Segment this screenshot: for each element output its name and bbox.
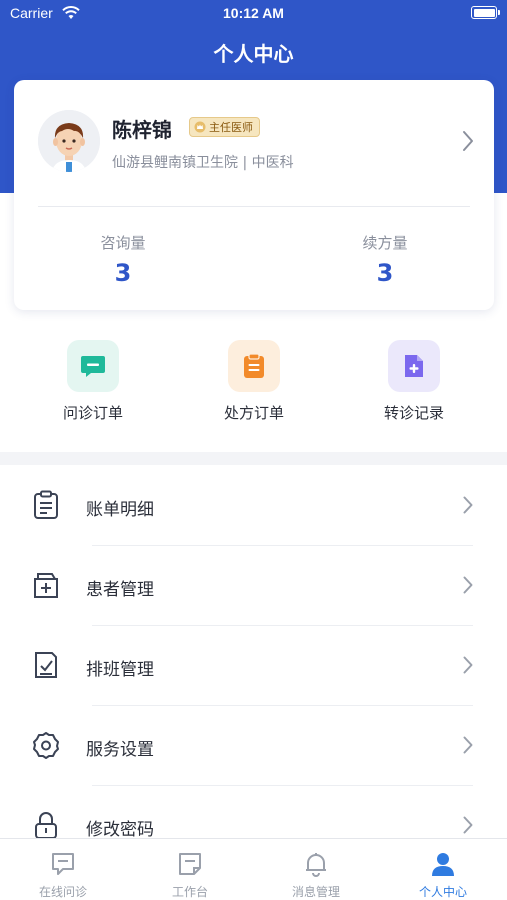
menu-item-schedule-management[interactable]: 排班管理 — [0, 626, 507, 706]
quick-consult-orders[interactable]: 问诊订单 — [23, 340, 163, 423]
renewal-count-stat[interactable]: 续方量 3 — [285, 232, 485, 287]
quick-action-label: 处方订单 — [223, 404, 284, 422]
menu-label: 患者管理 — [86, 580, 154, 600]
tab-bar: 在线问诊 工作台 消息管理 个人中心 — [0, 838, 507, 900]
section-separator — [0, 452, 507, 465]
quick-action-label: 问诊订单 — [62, 404, 123, 422]
person-icon — [430, 851, 456, 877]
patient-folder-icon — [32, 570, 60, 600]
stat-label: 续方量 — [362, 234, 408, 252]
quick-prescription-orders[interactable]: 处方订单 — [184, 340, 324, 423]
status-bar: Carrier 10:12 AM — [0, 0, 507, 28]
stat-label: 咨询量 — [100, 234, 146, 252]
tab-label: 个人中心 — [418, 885, 467, 899]
bell-icon — [303, 851, 329, 877]
doctor-name: 陈梓锦 — [112, 118, 172, 142]
lock-icon — [32, 810, 60, 840]
chevron-right-icon — [463, 656, 473, 678]
menu-label: 修改密码 — [86, 820, 154, 840]
tab-label: 工作台 — [171, 885, 208, 899]
file-add-icon — [388, 340, 440, 392]
chevron-right-icon[interactable] — [462, 130, 474, 156]
crown-icon — [194, 118, 206, 137]
chat-icon — [67, 340, 119, 392]
bill-icon — [32, 490, 60, 520]
chevron-right-icon — [463, 736, 473, 758]
menu-label: 排班管理 — [86, 660, 154, 680]
workbench-icon — [177, 851, 203, 877]
doctor-title-badge: 主任医师 — [189, 117, 260, 137]
card-divider — [38, 206, 470, 207]
clock-time: 10:12 AM — [223, 5, 284, 21]
tab-messages[interactable]: 消息管理 — [253, 839, 379, 900]
stat-value: 3 — [376, 259, 394, 287]
quick-referral-records[interactable]: 转诊记录 — [344, 340, 484, 423]
tab-workbench[interactable]: 工作台 — [127, 839, 253, 900]
consult-icon — [50, 851, 76, 877]
profile-card[interactable]: 陈梓锦 主任医师 仙游县鲤南镇卫生院 | 中医科 咨询量 3 续方量 3 — [14, 80, 494, 310]
clipboard-icon — [228, 340, 280, 392]
chevron-right-icon — [463, 496, 473, 518]
battery-icon — [471, 6, 500, 19]
tab-profile[interactable]: 个人中心 — [380, 839, 506, 900]
tab-online-consult[interactable]: 在线问诊 — [0, 839, 126, 900]
schedule-icon — [32, 650, 60, 680]
stat-value: 3 — [114, 259, 132, 287]
chevron-right-icon — [463, 576, 473, 598]
avatar — [38, 110, 100, 172]
menu-label: 服务设置 — [86, 740, 154, 760]
menu-item-service-settings[interactable]: 服务设置 — [0, 706, 507, 786]
doctor-title-label: 主任医师 — [209, 121, 253, 134]
consult-count-stat[interactable]: 咨询量 3 — [23, 232, 223, 287]
quick-action-label: 转诊记录 — [383, 404, 444, 422]
chevron-right-icon — [463, 816, 473, 838]
page-title: 个人中心 — [213, 42, 294, 66]
tab-label: 消息管理 — [291, 885, 340, 899]
menu-item-bill-details[interactable]: 账单明细 — [0, 466, 507, 546]
settings-gear-icon — [32, 730, 60, 760]
tab-label: 在线问诊 — [38, 885, 87, 899]
menu-item-patient-management[interactable]: 患者管理 — [0, 546, 507, 626]
menu-label: 账单明细 — [86, 500, 154, 520]
hospital-department: 仙游县鲤南镇卫生院 | 中医科 — [112, 155, 294, 171]
